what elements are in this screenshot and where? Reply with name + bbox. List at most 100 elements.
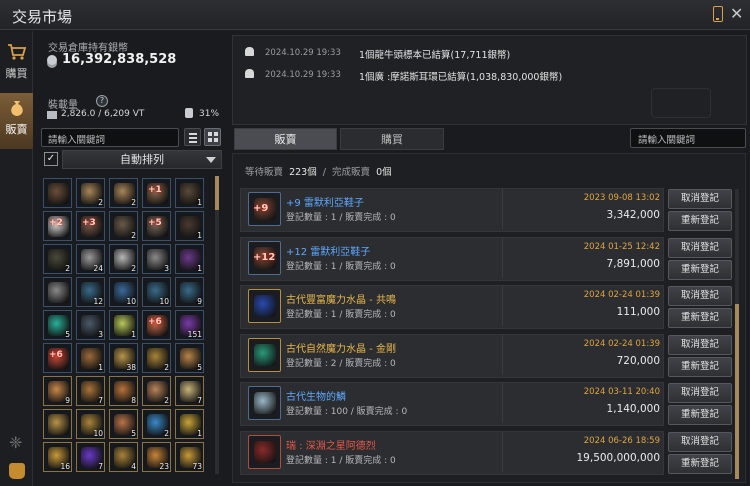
reregister-button[interactable]: 重新登記 [668, 356, 732, 377]
inventory-slot[interactable]: 3 [142, 244, 171, 274]
inventory-slot[interactable]: 24 [76, 244, 105, 274]
inventory-slot[interactable]: +6 [43, 343, 72, 373]
inventory-slot[interactable]: 7 [76, 376, 105, 406]
inventory-slot[interactable]: 2 [43, 244, 72, 274]
tab-sell[interactable]: 販賣 [234, 128, 337, 150]
inventory-slot[interactable]: 38 [109, 343, 138, 373]
inventory-slot[interactable]: 1 [76, 343, 105, 373]
inventory-slot[interactable]: +3 [76, 211, 105, 241]
inventory-slot[interactable] [43, 277, 72, 307]
inventory-slot[interactable]: 2 [109, 178, 138, 208]
listing-info: 登記數量 : 1 / 販賣完成 : 0 [286, 310, 396, 320]
notification-message: 1個龍牛頭標本已結算(17,711銀幣) [359, 50, 511, 61]
cancel-listing-button[interactable]: 取消登記 [668, 383, 732, 403]
bag-icon[interactable] [9, 463, 25, 479]
inventory-slot[interactable]: +5 [142, 211, 171, 241]
cancel-listing-button[interactable]: 取消登記 [668, 189, 732, 209]
listing-item-icon[interactable]: +9 [248, 192, 281, 226]
inventory-slot[interactable]: 7 [76, 442, 105, 472]
item-count: 24 [93, 264, 103, 273]
inventory-slot[interactable]: 23 [142, 442, 171, 472]
inventory-slot[interactable]: 8 [109, 376, 138, 406]
item-icon [254, 440, 276, 463]
inventory-slot[interactable] [43, 409, 72, 439]
item-count: 1 [197, 264, 202, 273]
help-icon[interactable]: ? [96, 95, 108, 107]
inventory-slot[interactable]: 151 [175, 310, 204, 340]
inventory-slot[interactable]: 16 [43, 442, 72, 472]
inventory-slot[interactable]: 1 [175, 409, 204, 439]
right-search-input[interactable]: 請輸入關鍵詞 [630, 128, 746, 148]
notification-date: 2024.10.29 19:33 [265, 70, 341, 80]
cancel-listing-button[interactable]: 取消登記 [668, 334, 732, 355]
listing-name: 瑞 : 深淵之星阿德烈 [286, 440, 376, 452]
listing-item-icon[interactable]: +12 [248, 240, 281, 275]
listing-scrollbar[interactable] [735, 189, 739, 479]
tree-icon[interactable]: ❈ [9, 433, 22, 452]
cart-icon [7, 44, 26, 60]
inventory-slot[interactable]: 9 [175, 277, 204, 307]
list-view-button[interactable] [184, 128, 201, 146]
cancel-listing-button[interactable]: 取消登記 [668, 431, 732, 452]
item-count: 7 [98, 396, 103, 405]
listing-item-icon[interactable] [248, 337, 281, 372]
inventory-slot[interactable]: 7 [175, 376, 204, 406]
item-count: 8 [131, 396, 136, 405]
reregister-button[interactable]: 重新登記 [668, 211, 732, 231]
inventory-slot[interactable]: 2 [142, 409, 171, 439]
inventory-slot[interactable]: 10 [142, 277, 171, 307]
inventory-slot[interactable]: 1 [175, 178, 204, 208]
inventory-slot[interactable]: 4 [109, 442, 138, 472]
inventory-slot[interactable]: 2 [142, 343, 171, 373]
inventory-slot[interactable]: 2 [142, 376, 171, 406]
inventory-slot[interactable]: 2 [109, 211, 138, 241]
notification-message: 1個廣 :摩諾斯耳環已結算(1,038,830,000銀幣) [359, 72, 563, 83]
reregister-button[interactable]: 重新登記 [668, 405, 732, 425]
item-count: 3 [98, 330, 103, 339]
inventory-slot[interactable]: 10 [76, 409, 105, 439]
reregister-button[interactable]: 重新登記 [668, 453, 732, 474]
inventory-slot[interactable]: 2 [109, 244, 138, 274]
listing-item-icon[interactable] [248, 386, 281, 420]
inventory-slot[interactable]: 2 [76, 178, 105, 208]
tab-buy[interactable]: 購買 [340, 128, 444, 150]
inventory-slot[interactable]: +1 [142, 178, 171, 208]
auto-sort-dropdown[interactable]: 自動排列 [62, 150, 222, 169]
listing-time: 2024 03-11 20:40 [583, 387, 660, 397]
inventory-slot[interactable] [43, 178, 72, 208]
left-search-input[interactable]: 請輸入關鍵詞 [41, 128, 179, 147]
inventory-slot[interactable]: +2 [43, 211, 72, 241]
inventory-scrollbar[interactable] [215, 176, 219, 474]
inventory-slot[interactable]: 3 [76, 310, 105, 340]
reregister-button[interactable]: 重新登記 [668, 259, 732, 280]
inventory-slot[interactable]: 73 [175, 442, 204, 472]
inventory-slot[interactable]: 9 [43, 376, 72, 406]
inventory-slot[interactable]: +6 [142, 310, 171, 340]
inventory-slot[interactable]: 1 [175, 244, 204, 274]
scroll-thumb[interactable] [735, 304, 739, 479]
phone-icon[interactable] [713, 6, 723, 22]
grid-view-button[interactable] [204, 128, 221, 146]
inventory-slot[interactable]: 5 [175, 343, 204, 373]
listing-item-icon[interactable] [248, 434, 281, 469]
inventory-slot[interactable]: 1 [109, 310, 138, 340]
inventory-slot[interactable]: 5 [43, 310, 72, 340]
listing-row: 古代生物的鱗 登記數量 : 100 / 販賣完成 : 0 2024 03-11 20… [240, 382, 732, 426]
inventory-slot[interactable]: 10 [109, 277, 138, 307]
reregister-button[interactable]: 重新登記 [668, 308, 732, 328]
cancel-listing-button[interactable]: 取消登記 [668, 286, 732, 306]
close-icon[interactable]: ✕ [730, 4, 743, 23]
nav-tab-buy[interactable]: 購買 [0, 37, 33, 93]
auto-sort-checkbox[interactable]: ✓ [44, 152, 58, 166]
inventory-grid: 2 2 +1 1 +2 +3 2 +5 1 2 24 2 3 1 12 10 10 9 5 3 1 +6 151 +6 1 38 2… [43, 178, 209, 472]
item-count: 16 [60, 462, 70, 471]
nav-tab-sell[interactable]: 販賣 [0, 93, 33, 149]
inventory-slot[interactable]: 1 [175, 211, 204, 241]
cancel-listing-button[interactable]: 取消登記 [668, 237, 732, 258]
scroll-thumb[interactable] [215, 176, 219, 210]
inventory-slot[interactable]: 5 [109, 409, 138, 439]
item-count: 4 [131, 462, 136, 471]
listing-item-icon[interactable] [248, 289, 281, 323]
item-icon [48, 183, 69, 204]
inventory-slot[interactable]: 12 [76, 277, 105, 307]
